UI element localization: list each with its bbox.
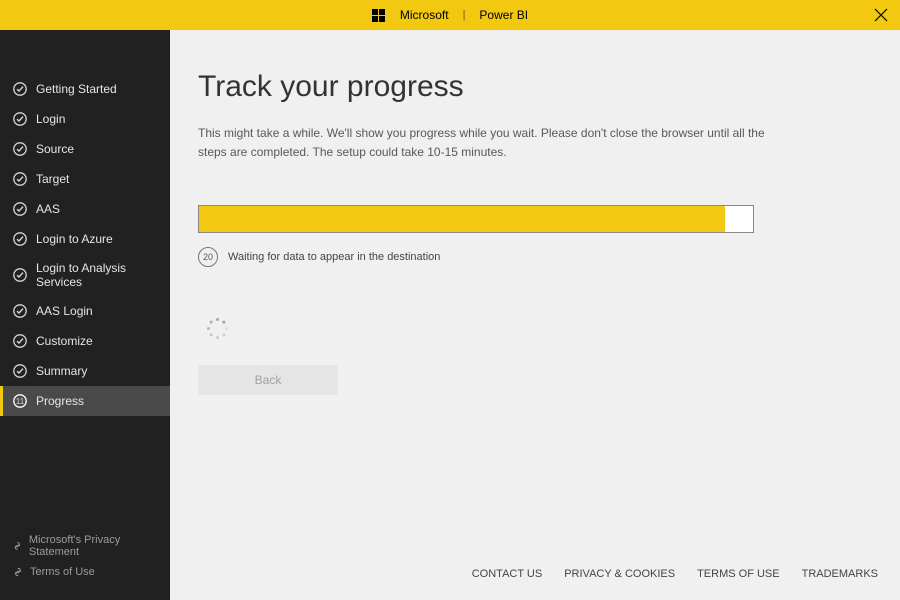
main-panel: Track your progress This might take a wh… <box>170 30 900 600</box>
privacy-statement-link[interactable]: Microsoft's Privacy Statement <box>12 530 160 562</box>
nav-label: AAS <box>36 202 60 216</box>
svg-text:11: 11 <box>16 397 25 406</box>
check-circle-icon <box>12 231 28 247</box>
brand-product: Power BI <box>479 8 528 22</box>
nav-source[interactable]: Source <box>0 134 170 164</box>
nav-login-azure[interactable]: Login to Azure <box>0 224 170 254</box>
check-circle-icon <box>12 171 28 187</box>
check-circle-icon <box>12 81 28 97</box>
link-label: Terms of Use <box>30 566 95 578</box>
body: Getting Started Login Source <box>0 30 900 600</box>
nav-label: Login <box>36 112 65 126</box>
nav-login[interactable]: Login <box>0 104 170 134</box>
terms-of-use-link[interactable]: Terms of Use <box>12 562 160 582</box>
contact-us-link[interactable]: CONTACT US <box>472 568 543 580</box>
top-banner: Microsoft | Power BI <box>0 0 900 30</box>
step-number-icon: 11 <box>12 393 28 409</box>
nav-login-analysis[interactable]: Login to Analysis Services <box>0 254 170 296</box>
nav-label: AAS Login <box>36 304 93 318</box>
nav-customize[interactable]: Customize <box>0 326 170 356</box>
nav-list: Getting Started Login Source <box>0 30 170 522</box>
check-circle-icon <box>12 141 28 157</box>
brand-block: Microsoft | Power BI <box>372 8 528 22</box>
privacy-cookies-link[interactable]: PRIVACY & COOKIES <box>564 568 675 580</box>
check-circle-icon <box>12 201 28 217</box>
microsoft-logo-icon <box>372 8 386 22</box>
check-circle-icon <box>12 267 28 283</box>
nav-aas[interactable]: AAS <box>0 194 170 224</box>
nav-progress[interactable]: 11 Progress <box>0 386 170 416</box>
nav-label: Login to Azure <box>36 232 113 246</box>
nav-label: Login to Analysis Services <box>36 261 160 289</box>
close-icon <box>874 8 888 22</box>
link-icon <box>12 540 23 552</box>
nav-aas-login[interactable]: AAS Login <box>0 296 170 326</box>
link-label: Microsoft's Privacy Statement <box>29 534 160 558</box>
nav-label: Progress <box>36 394 84 408</box>
check-circle-icon <box>12 363 28 379</box>
footer-links: CONTACT US PRIVACY & COOKIES TERMS OF US… <box>472 568 878 580</box>
page-description: This might take a while. We'll show you … <box>198 124 778 161</box>
brand-company: Microsoft <box>400 8 449 22</box>
status-step-number: 20 <box>203 252 213 262</box>
trademarks-link[interactable]: TRADEMARKS <box>802 568 878 580</box>
nav-target[interactable]: Target <box>0 164 170 194</box>
check-circle-icon <box>12 333 28 349</box>
status-text: Waiting for data to appear in the destin… <box>228 251 440 263</box>
back-button[interactable]: Back <box>198 365 338 395</box>
status-row: 20 Waiting for data to appear in the des… <box>198 247 860 267</box>
close-button[interactable] <box>872 6 890 24</box>
back-button-label: Back <box>255 373 282 387</box>
nav-summary[interactable]: Summary <box>0 356 170 386</box>
nav-label: Source <box>36 142 74 156</box>
sidebar-footer: Microsoft's Privacy Statement Terms of U… <box>0 522 170 600</box>
brand-separator: | <box>463 9 466 21</box>
loading-spinner-icon <box>206 317 228 339</box>
sidebar: Getting Started Login Source <box>0 30 170 600</box>
check-circle-icon <box>12 303 28 319</box>
terms-of-use-footer-link[interactable]: TERMS OF USE <box>697 568 780 580</box>
page-title: Track your progress <box>198 70 860 104</box>
app-root: Microsoft | Power BI Getting Started <box>0 0 900 600</box>
link-icon <box>12 566 24 578</box>
nav-getting-started[interactable]: Getting Started <box>0 74 170 104</box>
nav-label: Getting Started <box>36 82 117 96</box>
nav-label: Customize <box>36 334 93 348</box>
nav-label: Summary <box>36 364 87 378</box>
content-area: Track your progress This might take a wh… <box>170 30 900 600</box>
nav-label: Target <box>36 172 69 186</box>
progress-bar-fill <box>199 206 725 232</box>
progress-bar <box>198 205 754 233</box>
check-circle-icon <box>12 111 28 127</box>
status-step-badge: 20 <box>198 247 218 267</box>
